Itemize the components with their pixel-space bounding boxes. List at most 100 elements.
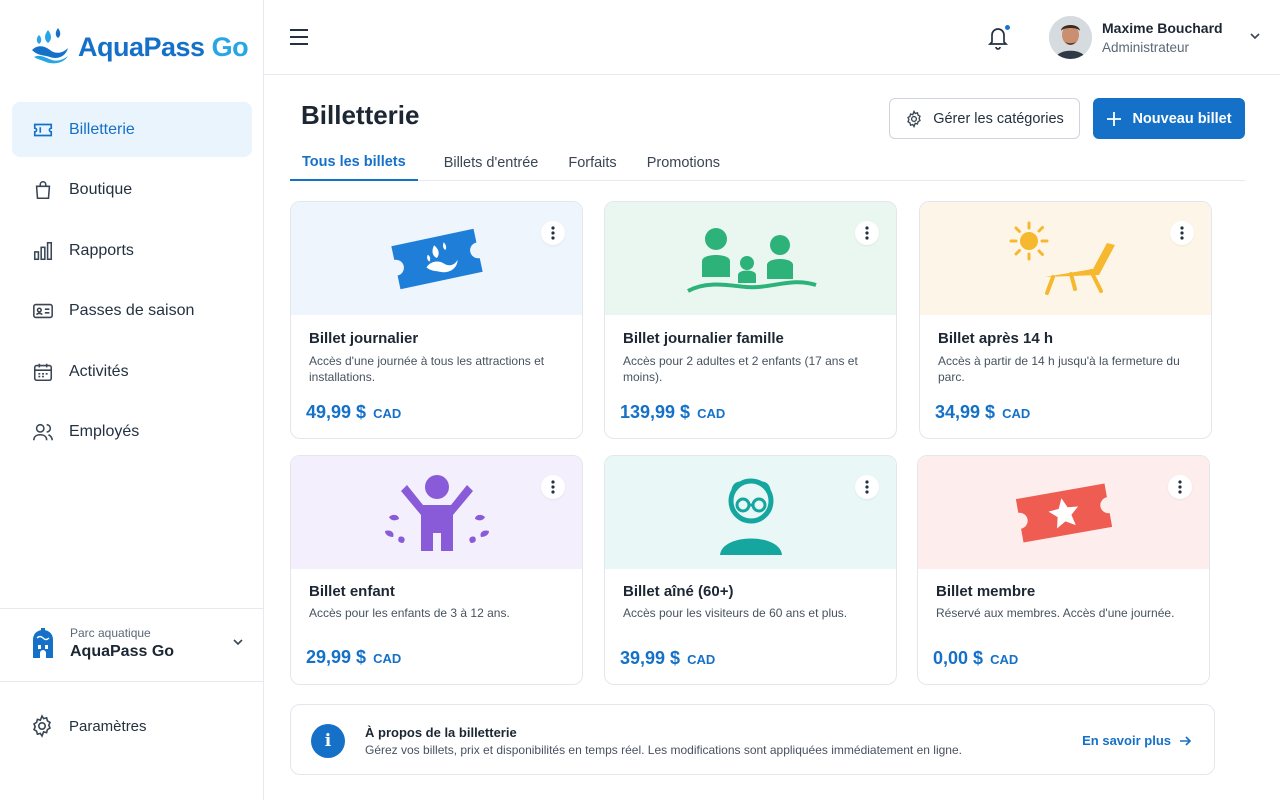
ticket-title: Billet enfant: [309, 583, 395, 600]
shopping-bag-icon: [32, 179, 54, 201]
card-banner: [920, 202, 1211, 315]
sidebar-item-label: Boutique: [69, 181, 133, 198]
ticket-card-billet-apres-14h[interactable]: Billet après 14 h Accès à partir de 14 h…: [919, 201, 1212, 439]
chevron-down-icon: [1249, 29, 1261, 47]
ticket-description: Accès pour les visiteurs de 60 ans et pl…: [623, 606, 848, 620]
arrow-right-icon: [1179, 735, 1192, 747]
settings-label: Paramètres: [69, 717, 147, 735]
price-currency: CAD: [373, 651, 402, 666]
child-splash-icon: [377, 471, 497, 555]
hamburger-menu-icon[interactable]: [289, 28, 309, 51]
sidebar-item-label: Activités: [69, 362, 129, 380]
more-options-icon[interactable]: [1168, 475, 1192, 499]
price-currency: CAD: [990, 652, 1019, 667]
price-amount: 29,99 $: [306, 647, 367, 667]
card-banner: [918, 456, 1209, 569]
ticket-title: Billet journalier: [309, 330, 419, 347]
users-icon: [32, 421, 54, 443]
ticket-card-billet-membre[interactable]: Billet membre Réservé aux membres. Accès…: [917, 455, 1210, 685]
card-banner: [605, 456, 896, 569]
sidebar-item-passes-de-saison[interactable]: Passes de saison: [12, 284, 252, 339]
sidebar-divider: [0, 681, 263, 682]
manage-categories-button[interactable]: Gérer les catégories: [889, 98, 1080, 139]
id-card-icon: [32, 300, 54, 322]
info-banner: i À propos de la billetterie Gérez vos b…: [290, 704, 1215, 775]
price-currency: CAD: [687, 652, 716, 667]
ticket-title: Billet aîné (60+): [623, 583, 734, 600]
ticket-title: Billet journalier famille: [623, 330, 784, 347]
tab-tous-les-billets[interactable]: Tous les billets: [290, 145, 418, 181]
ticket-price: 0,00 $ CAD: [933, 648, 1018, 669]
ticket-price: 39,99 $ CAD: [620, 648, 715, 669]
tab-promotions[interactable]: Promotions: [635, 145, 732, 181]
price-amount: 34,99 $: [935, 402, 996, 422]
ticket-description: Accès à partir de 14 h jusqu'à la fermet…: [938, 354, 1180, 384]
ticket-title: Billet membre: [936, 583, 1036, 600]
ticket-card-billet-enfant[interactable]: Billet enfant Accès pour les enfants de …: [290, 455, 583, 685]
sidebar-item-label: Passes de saison: [69, 302, 195, 319]
app-logo[interactable]: AquaPass Go: [30, 26, 249, 69]
user-menu[interactable]: Maxime Bouchard Administrateur: [1049, 16, 1261, 59]
more-options-icon[interactable]: [1170, 221, 1194, 245]
user-role: Administrateur: [1102, 40, 1190, 55]
gear-icon: [905, 109, 923, 128]
sidebar-item-boutique[interactable]: Boutique: [12, 163, 252, 218]
ticket-description: Accès pour 2 adultes et 2 enfants (17 an…: [623, 354, 858, 384]
sidebar-nav: Billetterie Boutique Rapports Passes de …: [12, 102, 252, 465]
sidebar-item-billetterie[interactable]: Billetterie: [12, 102, 252, 157]
ticket-tabs: Tous les billets Billets d'entrée Forfai…: [290, 145, 1245, 181]
price-amount: 0,00 $: [933, 648, 984, 668]
more-options-icon[interactable]: [541, 221, 565, 245]
calendar-icon: [32, 361, 54, 383]
button-label: Nouveau billet: [1132, 110, 1232, 127]
tab-billets-entree[interactable]: Billets d'entrée: [432, 145, 551, 181]
ticket-card-billet-journalier-famille[interactable]: Billet journalier famille Accès pour 2 a…: [604, 201, 897, 439]
avatar: [1049, 16, 1092, 59]
ticket-icon: [32, 119, 54, 141]
learn-more-link[interactable]: En savoir plus: [1082, 733, 1192, 748]
button-label: Gérer les catégories: [933, 110, 1064, 127]
brand-suffix: Go: [211, 32, 249, 62]
sidebar-divider: [0, 608, 263, 609]
price-amount: 49,99 $: [306, 402, 367, 422]
sidebar-item-activites[interactable]: Activités: [12, 344, 252, 399]
info-description: Gérez vos billets, prix et disponibilité…: [365, 743, 962, 757]
sidebar-item-label: Employés: [69, 423, 140, 440]
more-options-icon[interactable]: [855, 475, 879, 499]
more-options-icon[interactable]: [855, 221, 879, 245]
chevron-down-icon: [232, 635, 244, 653]
topbar: Maxime Bouchard Administrateur: [264, 0, 1280, 75]
link-label: En savoir plus: [1082, 733, 1171, 748]
water-splash-logo-icon: [30, 26, 70, 69]
sidebar-item-rapports[interactable]: Rapports: [12, 223, 252, 278]
card-banner: [291, 456, 582, 569]
sidebar-item-employes[interactable]: Employés: [12, 405, 252, 460]
page-title: Billetterie: [301, 100, 420, 130]
ticket-price: 34,99 $ CAD: [935, 402, 1030, 423]
notification-bell-icon[interactable]: [986, 24, 1011, 55]
price-currency: CAD: [1002, 406, 1031, 421]
card-banner: [291, 202, 582, 315]
senior-icon: [706, 471, 796, 555]
ticket-card-billet-journalier[interactable]: Billet journalier Accès d'une journée à …: [290, 201, 583, 439]
park-building-icon: [30, 627, 56, 660]
sun-lounger-icon: [1001, 217, 1131, 301]
ticket-card-billet-aine[interactable]: Billet aîné (60+) Accès pour les visiteu…: [604, 455, 897, 685]
tab-forfaits[interactable]: Forfaits: [556, 145, 628, 181]
card-banner: [605, 202, 896, 315]
ticket-price: 29,99 $ CAD: [306, 647, 401, 668]
price-amount: 39,99 $: [620, 648, 681, 668]
more-options-icon[interactable]: [541, 475, 565, 499]
sidebar-item-parametres[interactable]: Paramètres: [30, 714, 147, 738]
park-selector[interactable]: Parc aquatique AquaPass Go: [30, 626, 244, 661]
price-currency: CAD: [373, 406, 402, 421]
info-icon: i: [311, 724, 345, 758]
info-title: À propos de la billetterie: [365, 725, 517, 740]
new-ticket-button[interactable]: Nouveau billet: [1093, 98, 1245, 139]
ticket-description: Accès pour les enfants de 3 à 12 ans.: [309, 606, 510, 620]
ticket-title: Billet après 14 h: [938, 330, 1054, 347]
bar-chart-icon: [32, 240, 54, 262]
ticket-description: Accès d'une journée à tous les attractio…: [309, 354, 545, 384]
gear-icon: [30, 714, 54, 738]
price-amount: 139,99 $: [620, 402, 691, 422]
